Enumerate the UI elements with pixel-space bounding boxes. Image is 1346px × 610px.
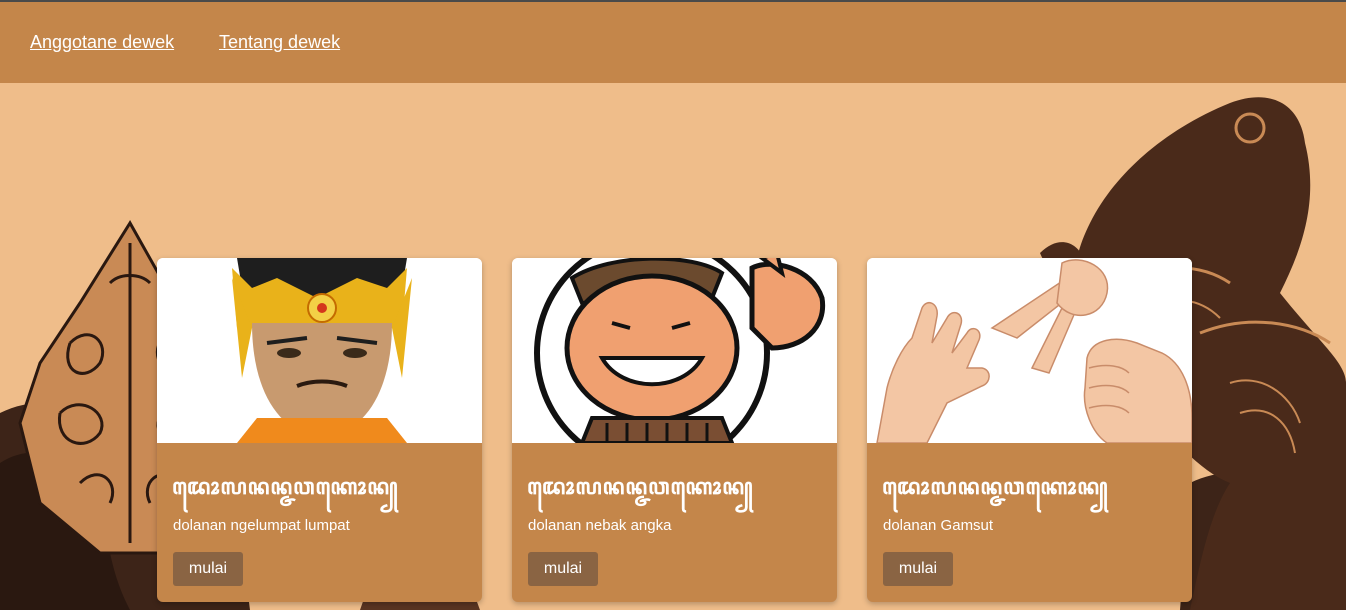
card-image: [512, 258, 837, 443]
navbar: Anggotane dewek Tentang dewek: [0, 2, 1346, 83]
start-button[interactable]: mulai: [883, 552, 953, 586]
game-card: ꦢꦺꦴꦭꦤꦤ꧀ꦗꦮꦏꦺꦴꦤ꧀ dolanan nebak angka mulai: [512, 258, 837, 602]
start-button[interactable]: mulai: [528, 552, 598, 586]
card-description: dolanan Gamsut: [883, 517, 994, 534]
card-image: [867, 258, 1192, 443]
rock-paper-scissors-hands-icon: [867, 258, 1192, 443]
card-title-javanese: ꦢꦺꦴꦭꦤꦤ꧀ꦗꦮꦏꦺꦴꦤ꧀: [172, 474, 399, 500]
card-title-javanese: ꦢꦺꦴꦭꦤꦤ꧀ꦗꦮꦏꦺꦴꦤ꧀: [527, 474, 754, 500]
nav-link-tentang[interactable]: Tentang dewek: [219, 32, 340, 53]
card-description: dolanan nebak angka: [528, 517, 672, 534]
start-button[interactable]: mulai: [173, 552, 243, 586]
wayang-king-icon: [157, 258, 482, 443]
smiling-man-thumbs-up-icon: [512, 258, 837, 443]
game-card: ꦢꦺꦴꦭꦤꦤ꧀ꦗꦮꦏꦺꦴꦤ꧀ dolanan ngelumpat lumpat …: [157, 258, 482, 602]
nav-link-anggotane[interactable]: Anggotane dewek: [30, 32, 174, 53]
card-title-javanese: ꦢꦺꦴꦭꦤꦤ꧀ꦗꦮꦏꦺꦴꦤ꧀: [882, 474, 1109, 500]
game-card: ꦢꦺꦴꦭꦤꦤ꧀ꦗꦮꦏꦺꦴꦤ꧀ dolanan Gamsut mulai: [867, 258, 1192, 602]
card-image: [157, 258, 482, 443]
card-description: dolanan ngelumpat lumpat: [173, 517, 350, 534]
